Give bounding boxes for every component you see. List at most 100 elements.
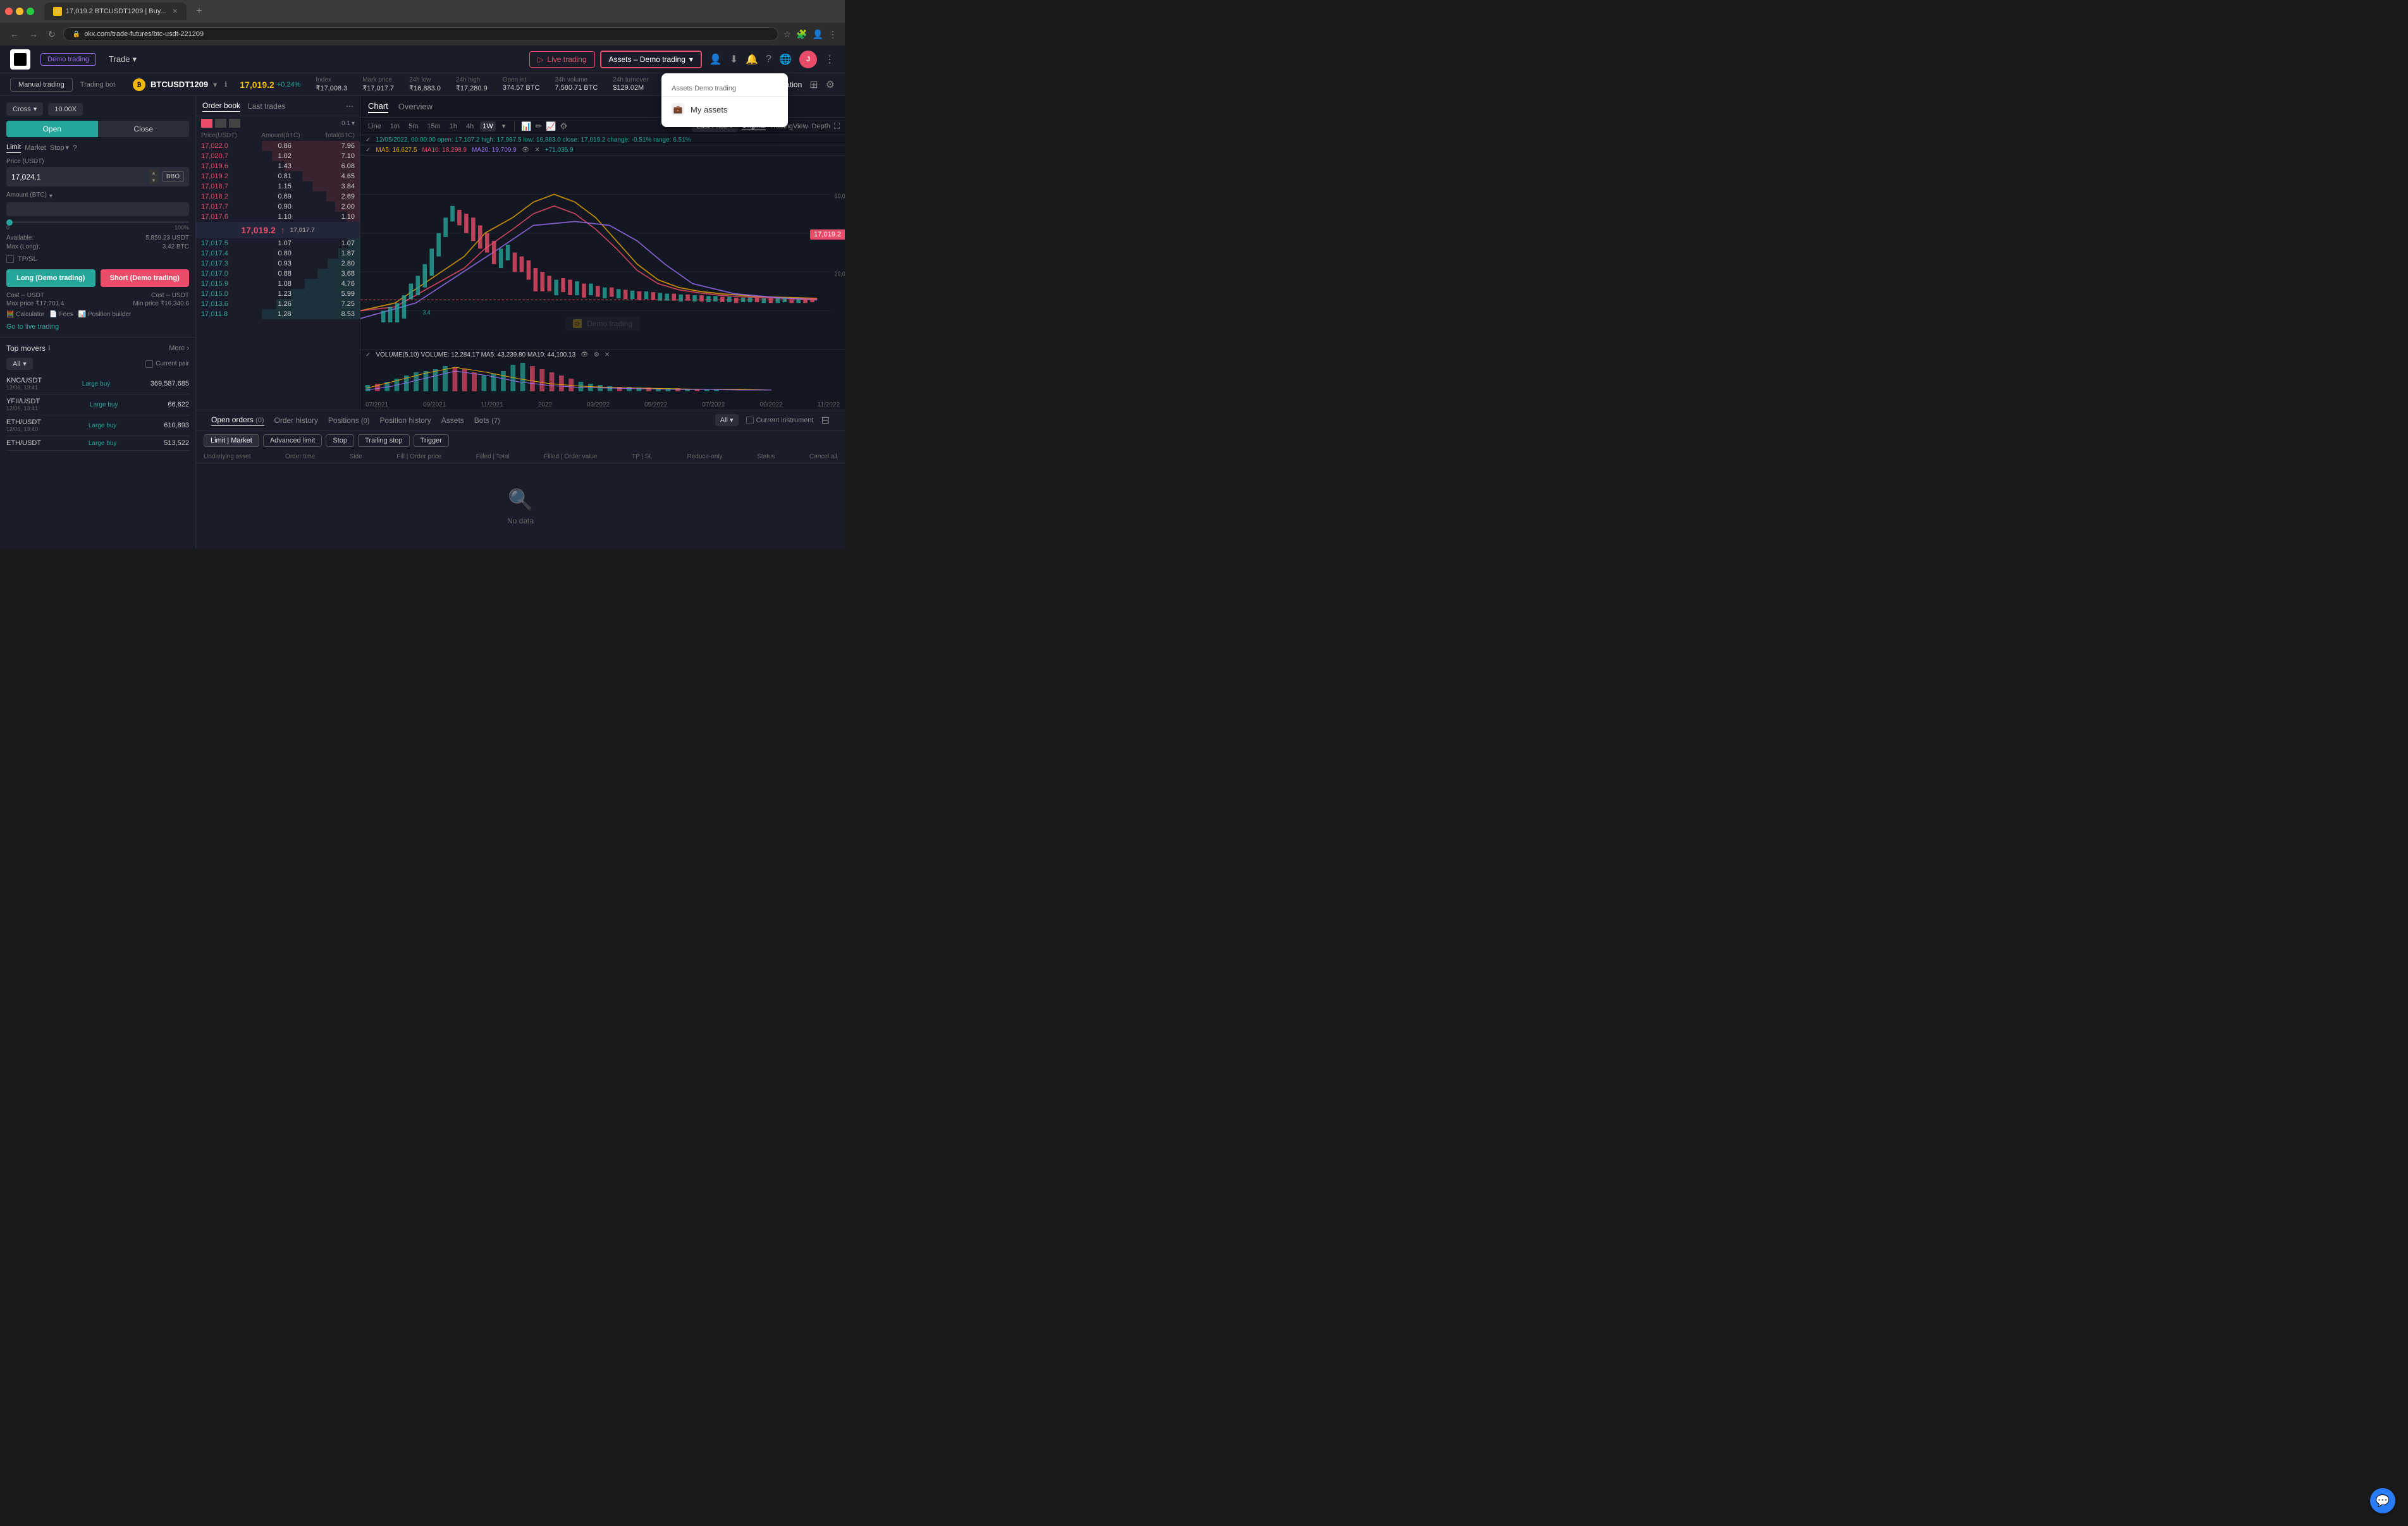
limit-btn[interactable]: Limit [6,142,21,153]
forward-button[interactable]: → [27,28,40,40]
mover-item[interactable]: ETH/USDT Large buy 513,522 [6,436,189,451]
menu-btn[interactable]: ⋮ [828,29,837,40]
5m-btn[interactable]: 5m [406,121,421,131]
buy-order-row[interactable]: 17,017.4 0.80 1.87 [196,248,360,259]
new-tab-button[interactable]: + [192,4,207,19]
bookmark-btn[interactable]: ☆ [783,29,792,40]
current-instrument-checkbox[interactable] [746,417,754,424]
draw-btn[interactable]: ✏ [535,121,542,131]
volume-eye-icon[interactable]: 👁 [580,351,589,358]
bbo-button[interactable]: BBO [162,171,184,182]
buy-order-row[interactable]: 17,011.8 1.28 8.53 [196,309,360,319]
grid-view-btn[interactable]: ⊞ [809,78,818,91]
bots-tab[interactable]: Bots (7) [474,415,500,426]
user-avatar[interactable]: J [799,51,817,68]
fees-btn[interactable]: 📄 Fees [49,311,73,318]
candle-type-btn[interactable]: 📊 [521,121,531,131]
buy-order-row[interactable]: 17,017.5 1.07 1.07 [196,238,360,248]
trailing-stop-tab[interactable]: Trailing stop [358,434,410,447]
open-button[interactable]: Open [6,121,98,137]
order-info-icon[interactable]: ? [73,143,77,152]
settings-btn[interactable]: ⚙ [560,121,568,131]
mover-item[interactable]: KNC/USDT 12/06, 13:41 Large buy 369,587,… [6,374,189,394]
tpsl-checkbox[interactable] [6,255,14,263]
position-history-tab[interactable]: Position history [379,415,431,426]
line-btn[interactable]: Line [366,121,384,131]
address-bar[interactable]: 🔒 okx.com/trade-futures/btc-usdt-221209 [63,27,778,41]
profile-btn[interactable]: 👤 [813,29,823,40]
sell-order-row[interactable]: 17,017.7 0.90 2.00 [196,202,360,212]
ob-view-buy-btn[interactable] [229,119,240,128]
my-assets-item[interactable]: 💼 My assets [661,97,788,122]
positions-tab[interactable]: Positions (0) [328,415,370,426]
settings-btn[interactable]: ⚙ [826,78,835,91]
tab-close-btn[interactable]: ✕ [173,8,178,15]
stop-tab[interactable]: Stop [326,434,354,447]
stop-btn[interactable]: Stop ▾ [50,143,69,152]
advanced-limit-tab[interactable]: Advanced limit [263,434,322,447]
help-icon-btn[interactable]: ? [766,54,771,65]
mover-item[interactable]: ETH/USDT 12/06, 13:40 Large buy 610,893 [6,415,189,436]
calculator-btn[interactable]: 🧮 Calculator [6,311,44,318]
slider-thumb[interactable] [6,219,13,226]
ob-more-btn[interactable]: ⋯ [346,102,353,111]
fullscreen-btn[interactable]: ⛶ [834,121,840,131]
bell-icon-btn[interactable]: 🔔 [746,53,758,66]
buy-order-row[interactable]: 17,017.3 0.93 2.80 [196,259,360,269]
close-dot[interactable] [5,8,13,15]
sell-order-row[interactable]: 17,019.2 0.81 4.65 [196,171,360,181]
close-button[interactable]: Close [98,121,190,137]
trigger-tab[interactable]: Trigger [414,434,449,447]
1m-btn[interactable]: 1m [388,121,402,131]
chat-button[interactable]: 💬 [2370,1488,2395,1513]
15m-btn[interactable]: 15m [424,121,443,131]
live-trading-button[interactable]: ▷ Live trading [529,51,594,68]
price-input[interactable] [11,173,149,181]
overview-tab[interactable]: Overview [398,101,433,113]
indicator-btn[interactable]: 📈 [546,121,556,131]
price-increment-btn[interactable]: ▲ [149,169,158,176]
buy-order-row[interactable]: 17,015.9 1.08 4.76 [196,279,360,289]
ma-eye-icon[interactable]: 👁 [522,147,530,154]
sell-order-row[interactable]: 17,019.6 1.43 6.08 [196,161,360,171]
ob-decimals[interactable]: 0.1 ▾ [341,120,355,127]
all-filter-button[interactable]: All ▾ [6,358,33,370]
open-orders-tab[interactable]: Open orders (0) [211,414,264,426]
bottom-settings-btn[interactable]: ⊟ [821,414,830,427]
volume-settings-icon[interactable]: ⚙ [594,351,599,358]
chevron-down-icon[interactable]: ▾ [213,80,217,89]
maximize-dot[interactable] [27,8,34,15]
short-button[interactable]: Short (Demo trading) [101,269,190,287]
ob-view-both-btn[interactable] [201,119,212,128]
sell-order-row[interactable]: 17,018.2 0.69 2.69 [196,192,360,202]
sell-order-row[interactable]: 17,017.6 1.10 1.10 [196,212,360,222]
buy-order-row[interactable]: 17,017.0 0.88 3.68 [196,269,360,279]
cross-button[interactable]: Cross ▾ [6,102,43,116]
price-decrement-btn[interactable]: ▼ [149,177,158,184]
market-btn[interactable]: Market [25,143,46,153]
globe-icon-btn[interactable]: 🌐 [779,53,792,66]
last-trades-tab[interactable]: Last trades [248,101,285,112]
ma-settings-icon[interactable]: ✕ [534,147,539,154]
back-button[interactable]: ← [8,28,22,40]
mover-item[interactable]: YFII/USDT 12/06, 13:41 Large buy 66,622 [6,394,189,415]
browser-tab[interactable]: O 17,019.2 BTCUSDT1209 | Buy... ✕ [44,3,187,20]
all-select-btn[interactable]: All ▾ [715,414,739,426]
1w-btn[interactable]: 1W [480,121,496,131]
go-live-link[interactable]: Go to live trading [6,323,189,331]
1h-btn[interactable]: 1h [447,121,460,131]
minimize-dot[interactable] [16,8,23,15]
limit-market-tab[interactable]: Limit | Market [204,434,259,447]
sell-order-row[interactable]: 17,020.7 1.02 7.10 [196,151,360,161]
user-icon-btn[interactable]: 👤 [710,53,722,66]
trading-bot-btn[interactable]: Trading bot [73,78,123,91]
current-pair-checkbox[interactable] [145,360,153,368]
order-history-tab[interactable]: Order history [274,415,318,426]
more-icon-btn[interactable]: ⋮ [825,53,835,66]
assets-tab[interactable]: Assets [441,415,464,426]
demo-trading-badge[interactable]: Demo trading [40,53,96,66]
reload-button[interactable]: ↻ [46,28,58,41]
ob-view-sell-btn[interactable] [215,119,226,128]
position-builder-btn[interactable]: 📊 Position builder [78,311,132,318]
leverage-button[interactable]: 10.00X [48,103,83,116]
